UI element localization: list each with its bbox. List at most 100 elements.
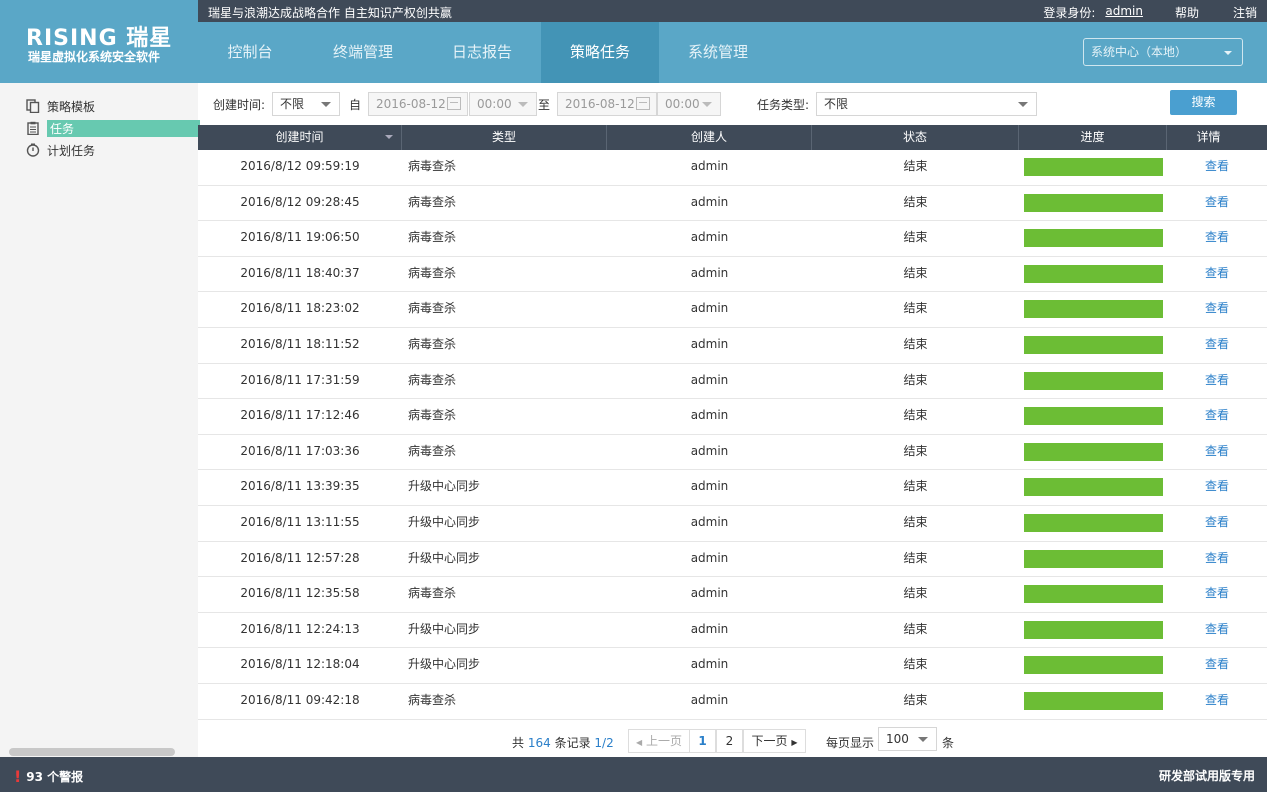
cell-type: 病毒查杀	[408, 372, 457, 387]
view-details-link[interactable]: 查看	[1168, 648, 1266, 683]
col-type[interactable]: 类型	[402, 125, 607, 150]
page-1-button[interactable]: 1	[689, 729, 716, 753]
next-label: 下一页	[751, 734, 788, 748]
view-details-link[interactable]: 查看	[1168, 257, 1266, 292]
sidebar-item-scheduled-tasks[interactable]: 计划任务	[26, 141, 95, 159]
cell-created-time: 2016/8/11 12:35:58	[240, 586, 360, 601]
progress-bar	[1024, 620, 1163, 639]
from-date-field[interactable]: 2016-08-12	[368, 92, 468, 116]
prev-label: 上一页	[645, 734, 682, 748]
page-status: 1/2	[594, 736, 613, 750]
chevron-down-icon	[1224, 51, 1232, 55]
view-details-link[interactable]: 查看	[1168, 542, 1266, 577]
to-time-select[interactable]: 00:00	[657, 92, 721, 116]
alarm-indicator[interactable]: ! 93 个警报	[14, 767, 83, 786]
task-type-select[interactable]: 不限	[816, 92, 1037, 116]
cell-creator: admin	[690, 159, 729, 173]
progress-fill	[1024, 193, 1163, 212]
progress-fill	[1024, 656, 1163, 675]
cell-status: 结束	[903, 514, 928, 529]
sort-down-icon[interactable]	[385, 135, 393, 139]
progress-fill	[1024, 371, 1163, 390]
cell-creator: admin	[690, 336, 729, 351]
table-row: 2016/8/11 13:39:35 升级中心同步 admin 结束 查看	[198, 470, 1267, 506]
tab-console[interactable]: 控制台	[198, 22, 302, 83]
time-range-select[interactable]: 不限	[272, 92, 340, 116]
cell-creator: admin	[690, 194, 729, 209]
progress-bar	[1024, 264, 1163, 283]
view-details-link[interactable]: 查看	[1168, 399, 1266, 434]
logout-link[interactable]: 注销	[1233, 4, 1257, 21]
search-button[interactable]: 搜索	[1170, 90, 1237, 115]
cell-status: 结束	[903, 159, 928, 173]
next-page-button[interactable]: 下一页 ▶	[743, 729, 806, 753]
sidebar-scrollbar[interactable]	[9, 748, 175, 756]
view-details-link[interactable]: 查看	[1168, 684, 1266, 719]
cell-status: 结束	[903, 336, 928, 351]
table-row: 2016/8/11 17:31:59 病毒查杀 admin 结束 查看	[198, 364, 1267, 400]
cell-creator: admin	[690, 657, 729, 672]
sidebar-item-tasks[interactable]: 任务	[26, 119, 200, 137]
cell-status: 结束	[903, 408, 928, 423]
progress-bar	[1024, 300, 1163, 319]
view-details-link[interactable]: 查看	[1168, 150, 1266, 185]
cell-status: 结束	[903, 372, 928, 387]
view-details-link[interactable]: 查看	[1168, 470, 1266, 505]
cell-creator: admin	[690, 514, 729, 529]
col-created-time[interactable]: 创建时间	[198, 125, 402, 150]
cell-creator: admin	[690, 550, 729, 565]
top-info-bar: 瑞星与浪潮达成战略合作 自主知识产权创共赢 登录身份: admin 帮助 注销	[198, 0, 1267, 22]
view-details-link[interactable]: 查看	[1168, 364, 1266, 399]
alarm-count: 93 个警报	[26, 770, 84, 784]
col-progress[interactable]: 进度	[1019, 125, 1167, 150]
tab-logs[interactable]: 日志报告	[430, 22, 534, 83]
user-links: 登录身份: admin 帮助 注销	[1043, 4, 1267, 21]
view-details-link[interactable]: 查看	[1168, 435, 1266, 470]
per-page-select[interactable]: 100	[878, 727, 937, 751]
view-details-link[interactable]: 查看	[1168, 613, 1266, 648]
view-details-link[interactable]: 查看	[1168, 506, 1266, 541]
view-details-link[interactable]: 查看	[1168, 221, 1266, 256]
prev-page-button[interactable]: ◀ 上一页	[628, 729, 690, 753]
cell-created-time: 2016/8/11 09:42:18	[240, 692, 360, 707]
center-select[interactable]: 系统中心（本地）	[1083, 38, 1243, 66]
progress-fill	[1024, 691, 1163, 710]
cell-type: 升级中心同步	[408, 479, 481, 494]
to-date-field[interactable]: 2016-08-12	[557, 92, 657, 116]
login-label: 登录身份:	[1043, 6, 1096, 20]
tab-system[interactable]: 系统管理	[666, 22, 770, 83]
table-row: 2016/8/11 18:11:52 病毒查杀 admin 结束 查看	[198, 328, 1267, 364]
page-2-button[interactable]: 2	[716, 729, 743, 753]
view-details-link[interactable]: 查看	[1168, 292, 1266, 327]
news-slogan[interactable]: 瑞星与浪潮达成战略合作 自主知识产权创共赢	[208, 4, 452, 21]
sidebar-item-policy-template[interactable]: 策略模板	[26, 97, 95, 115]
sidebar	[0, 83, 198, 757]
view-details-link[interactable]: 查看	[1168, 328, 1266, 363]
cell-type: 升级中心同步	[408, 657, 481, 672]
progress-fill	[1024, 585, 1163, 604]
pagination: 共 164 条记录 1/2 ◀ 上一页 1 2 下一页 ▶ 每页显示 100 条	[198, 726, 1267, 756]
col-details[interactable]: 详情	[1167, 125, 1250, 150]
progress-fill	[1024, 300, 1163, 319]
per-page-value: 100	[886, 732, 909, 746]
help-link[interactable]: 帮助	[1175, 4, 1199, 21]
view-details-link[interactable]: 查看	[1168, 577, 1266, 612]
col-creator[interactable]: 创建人	[607, 125, 812, 150]
total-count: 164	[527, 736, 551, 750]
cell-created-time: 2016/8/12 09:59:19	[240, 159, 360, 173]
cell-type: 升级中心同步	[408, 514, 481, 529]
cell-created-time: 2016/8/11 17:12:46	[240, 408, 360, 423]
col-status[interactable]: 状态	[812, 125, 1019, 150]
cell-type: 病毒查杀	[408, 230, 457, 245]
from-time-select[interactable]: 00:00	[469, 92, 537, 116]
view-details-link[interactable]: 查看	[1168, 186, 1266, 221]
table-row: 2016/8/11 13:11:55 升级中心同步 admin 结束 查看	[198, 506, 1267, 542]
tab-policy-tasks[interactable]: 策略任务	[541, 22, 659, 83]
status-footer: ! 93 个警报 研发部试用版专用	[0, 757, 1267, 792]
cell-created-time: 2016/8/11 13:11:55	[240, 514, 360, 529]
tab-terminal[interactable]: 终端管理	[311, 22, 415, 83]
cell-type: 病毒查杀	[408, 408, 457, 423]
cell-created-time: 2016/8/11 12:18:04	[240, 657, 360, 672]
task-table-body: 2016/8/12 09:59:19 病毒查杀 admin 结束 查看 2016/8/12…	[198, 150, 1267, 720]
user-link[interactable]: admin	[1105, 4, 1143, 21]
